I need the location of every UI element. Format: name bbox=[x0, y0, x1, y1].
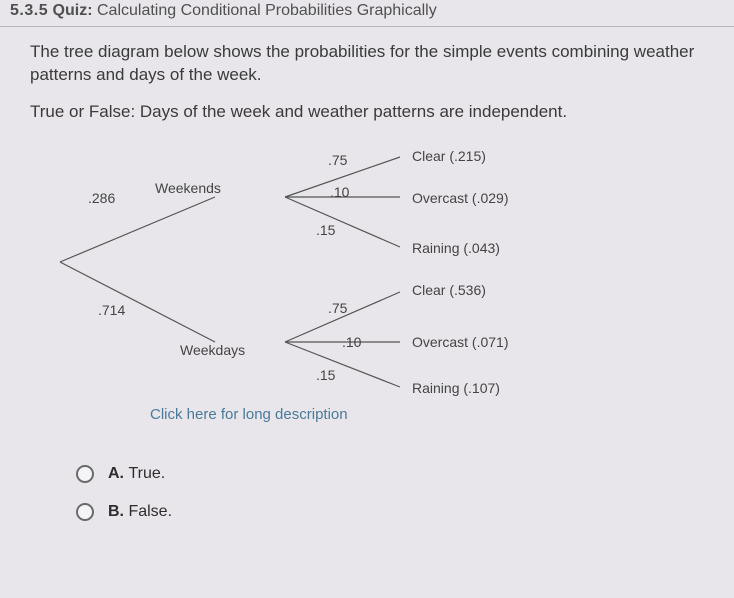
radio-icon bbox=[76, 503, 94, 521]
answer-a-label: A. bbox=[108, 465, 124, 482]
prompt-text: The tree diagram below shows the probabi… bbox=[30, 41, 712, 87]
leaf-weekdays-raining: Raining (.107) bbox=[412, 380, 500, 396]
content-area: The tree diagram below shows the probabi… bbox=[0, 27, 734, 549]
question-text: True or False: Days of the week and weat… bbox=[30, 101, 712, 124]
leaf-weekdays-overcast: Overcast (.071) bbox=[412, 334, 508, 350]
quiz-title: Calculating Conditional Probabilities Gr… bbox=[97, 2, 437, 19]
quiz-header: 5.3.5 Quiz: Calculating Conditional Prob… bbox=[0, 0, 734, 27]
section-number: 5.3.5 bbox=[10, 2, 48, 19]
leaf-weekends-overcast: Overcast (.029) bbox=[412, 190, 508, 206]
quiz-label: Quiz: bbox=[53, 2, 93, 19]
label-weekdays: Weekdays bbox=[180, 342, 245, 358]
p-weekends-raining: .15 bbox=[316, 222, 335, 238]
answer-option-b[interactable]: B. False. bbox=[76, 503, 712, 521]
leaf-weekdays-clear: Clear (.536) bbox=[412, 282, 486, 298]
p-weekends: .286 bbox=[88, 190, 115, 206]
tree-lines bbox=[40, 142, 720, 402]
p-weekends-clear: .75 bbox=[328, 152, 347, 168]
answer-list: A. True. B. False. bbox=[76, 465, 712, 521]
radio-icon bbox=[76, 465, 94, 483]
p-weekdays-raining: .15 bbox=[316, 367, 335, 383]
answer-option-a[interactable]: A. True. bbox=[76, 465, 712, 483]
p-weekdays: .714 bbox=[98, 302, 125, 318]
tree-diagram: .286 .714 Weekends Weekdays .75 .10 .15 … bbox=[40, 142, 720, 402]
label-weekends: Weekends bbox=[155, 180, 221, 196]
p-weekdays-clear: .75 bbox=[328, 300, 347, 316]
p-weekdays-overcast: .10 bbox=[342, 334, 361, 350]
p-weekends-overcast: .10 bbox=[330, 184, 349, 200]
answer-a-text: True. bbox=[128, 465, 165, 482]
leaf-weekends-clear: Clear (.215) bbox=[412, 148, 486, 164]
leaf-weekends-raining: Raining (.043) bbox=[412, 240, 500, 256]
long-description-link[interactable]: Click here for long description bbox=[150, 406, 712, 423]
answer-b-label: B. bbox=[108, 503, 124, 520]
answer-b-text: False. bbox=[128, 503, 172, 520]
